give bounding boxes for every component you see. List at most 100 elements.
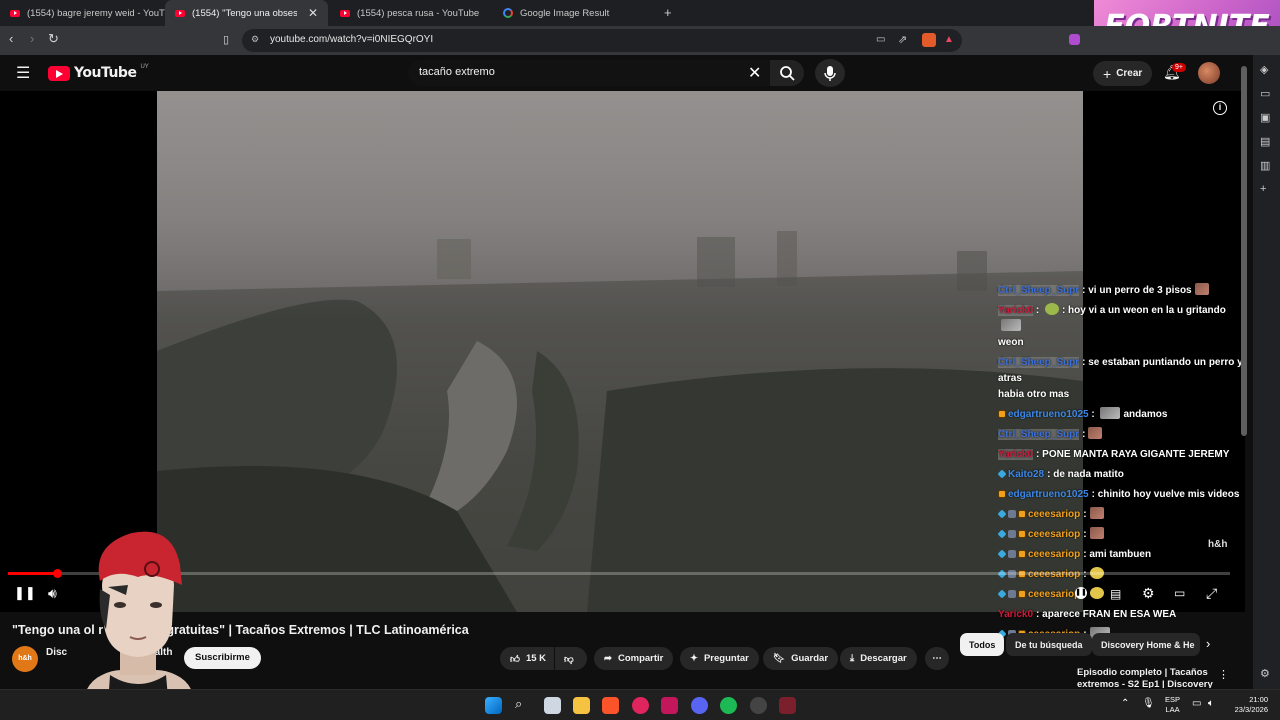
chat-username[interactable]: Ctrl_Sheep_Supr xyxy=(998,429,1080,440)
thumbs-up-icon: 👍︎ xyxy=(510,653,520,665)
app-icon[interactable] xyxy=(661,697,678,714)
chevron-right-icon[interactable]: › xyxy=(1206,636,1210,651)
share-button[interactable]: ➦ Compartir xyxy=(594,647,674,670)
video-frame[interactable] xyxy=(157,91,1083,612)
chip-channel[interactable]: Discovery Home & He xyxy=(1092,633,1200,656)
chat-username[interactable]: ceeesariop xyxy=(1028,549,1080,560)
chat-username[interactable]: edgartrueno1025 xyxy=(1008,409,1089,420)
monitor-icon[interactable]: ▭ xyxy=(1192,698,1201,709)
chat-username[interactable]: Ctrl_Sheep_Supr xyxy=(998,285,1080,296)
chip-from-search[interactable]: De tu búsqueda xyxy=(1006,633,1092,656)
progress-scrubber-handle[interactable] xyxy=(53,569,62,578)
create-button[interactable]: + Crear xyxy=(1093,61,1153,86)
new-tab-icon[interactable]: + xyxy=(664,5,672,20)
browser-tab[interactable]: (1554) pesca rusa - YouTube xyxy=(330,0,490,26)
autoplay-toggle-icon[interactable]: ❚❚ xyxy=(1075,587,1087,599)
like-count: 15 K xyxy=(525,653,547,664)
close-icon[interactable]: ✕ xyxy=(308,6,318,20)
chat-username[interactable]: Yarick0 xyxy=(998,609,1033,620)
brave-shields-icon[interactable] xyxy=(922,33,936,47)
voice-search-button[interactable] xyxy=(815,59,845,87)
obs-icon[interactable] xyxy=(750,697,767,714)
chat-message: edgartrueno1025 : andamos xyxy=(995,405,1250,425)
brave-rewards-icon[interactable]: ▲ xyxy=(944,34,954,45)
chat-message: Yarick0 : : hoy vi a un weon en la u gri… xyxy=(995,301,1250,353)
spotify-icon[interactable] xyxy=(720,697,737,714)
sidebar-wallet-icon[interactable]: ▭ xyxy=(1260,87,1270,100)
fullscreen-icon[interactable]: ⤢ xyxy=(1206,585,1217,602)
search-input[interactable]: tacaño extremo ✕ xyxy=(408,60,770,86)
browser-tab-strip: (1554) bagre jeremy weid - YouTube (1554… xyxy=(0,0,1280,26)
browser-tab[interactable]: Google Image Result xyxy=(493,0,658,26)
site-settings-icon[interactable]: ⚙ xyxy=(251,34,259,45)
chat-username[interactable]: ceeesariop xyxy=(1028,509,1080,520)
more-actions-button[interactable]: ⋯ xyxy=(925,647,949,670)
chat-username[interactable]: Yarick0 xyxy=(998,305,1034,316)
chat-username[interactable]: Yarick0 xyxy=(998,449,1034,460)
chat-username[interactable]: Ctrl_Sheep_Supr xyxy=(998,357,1080,368)
clear-search-icon[interactable]: ✕ xyxy=(748,63,761,83)
chat-username[interactable]: ceeesariop xyxy=(1028,589,1080,600)
forward-icon[interactable]: › xyxy=(30,31,34,46)
cast-icon[interactable]: ▭ xyxy=(876,34,885,45)
browser-tab[interactable]: (1554) bagre jeremy weid - YouTube xyxy=(0,0,165,26)
sidebar-reading-list-icon[interactable]: ▣ xyxy=(1260,111,1270,124)
dislike-button[interactable]: 👎︎ xyxy=(555,647,587,670)
related-video-title[interactable]: Episodio completo | Tacaños extremos - S… xyxy=(1077,667,1217,688)
like-button[interactable]: 👍︎ 15 K xyxy=(500,647,554,670)
speaker-icon[interactable]: 🔈︎ xyxy=(1208,698,1214,709)
gray-badge-icon xyxy=(1008,550,1016,558)
download-button[interactable]: ⤓ Descargar xyxy=(840,647,917,670)
system-clock[interactable]: 21:00 23/3/2026 xyxy=(1228,695,1268,715)
extension-icon[interactable] xyxy=(1069,34,1080,45)
chat-username[interactable]: ceeesariop xyxy=(1028,529,1080,540)
chip-all[interactable]: Todos xyxy=(960,633,1005,656)
page-scrollbar[interactable] xyxy=(1241,66,1247,436)
save-button[interactable]: 🔖︎ Guardar xyxy=(763,647,839,670)
sidebar-settings-icon[interactable]: ⚙ xyxy=(1260,667,1270,680)
theater-mode-icon[interactable]: ▭ xyxy=(1174,586,1185,600)
tab-title: (1554) bagre jeremy weid - YouTube xyxy=(27,7,165,19)
valorant-icon[interactable] xyxy=(779,697,796,714)
chat-username[interactable]: Kaito28 xyxy=(1008,469,1044,480)
share-icon[interactable]: ⇗ xyxy=(898,33,907,46)
settings-gear-icon[interactable]: ⚙ xyxy=(1142,585,1155,602)
address-bar[interactable]: ⚙ youtube.com/watch?v=i0NIEGQrOYI ▭ ⇗ ▲ xyxy=(242,29,962,52)
discord-icon[interactable] xyxy=(691,697,708,714)
media-player-icon[interactable] xyxy=(632,697,649,714)
sidebar-bookmarks-icon[interactable]: ▤ xyxy=(1260,135,1270,148)
reload-icon[interactable]: ↻ xyxy=(48,31,59,47)
sidebar-ai-icon[interactable]: ◈ xyxy=(1260,63,1268,76)
tray-chevron-up-icon[interactable]: ⌃ xyxy=(1121,698,1129,709)
ask-button[interactable]: ✦ Preguntar xyxy=(680,647,759,670)
pause-icon[interactable]: ❚❚ xyxy=(14,585,36,601)
browser-tab-active[interactable]: (1554) "Tengo una obsesión por ✕ xyxy=(165,0,328,26)
taskbar-search-icon[interactable]: ⌕ xyxy=(515,696,522,712)
keyboard-language[interactable]: ESP LAA xyxy=(1165,695,1180,715)
file-explorer-icon[interactable] xyxy=(573,697,590,714)
menu-icon[interactable]: ☰ xyxy=(16,63,30,83)
bookmark-icon[interactable]: ▯ xyxy=(223,33,229,46)
subtitles-icon[interactable]: ▤ xyxy=(1110,587,1121,601)
task-view-icon[interactable] xyxy=(544,697,561,714)
ask-label: Preguntar xyxy=(703,653,749,664)
chat-message: ceeesariop: ami tambuen xyxy=(995,545,1250,565)
sidebar-history-icon[interactable]: ▥ xyxy=(1260,159,1270,172)
logo-text: YouTube xyxy=(74,65,137,81)
microphone-tray-icon[interactable]: 🎙︎ xyxy=(1142,698,1155,709)
back-icon[interactable]: ‹ xyxy=(9,31,13,46)
sidebar-add-icon[interactable]: + xyxy=(1260,183,1266,195)
windows-start-icon[interactable] xyxy=(485,697,502,714)
brave-browser-icon[interactable] xyxy=(602,697,619,714)
chat-message: Yarick0: aparece FRAN EN ESA WEA xyxy=(995,605,1250,625)
volume-icon[interactable]: 🔊︎ xyxy=(48,585,57,602)
chat-text: : PONE MANTA RAYA GIGANTE JEREMY xyxy=(1036,449,1230,460)
gold-badge-icon xyxy=(998,410,1006,418)
more-vertical-icon[interactable]: ⋮ xyxy=(1218,668,1229,681)
youtube-logo[interactable]: YouTube UY xyxy=(48,64,149,81)
chat-username[interactable]: edgartrueno1025 xyxy=(1008,489,1089,500)
info-icon[interactable]: i xyxy=(1213,101,1227,115)
search-button[interactable] xyxy=(770,60,804,86)
account-avatar[interactable] xyxy=(1198,62,1220,84)
channel-avatar[interactable]: h&h xyxy=(12,646,38,672)
